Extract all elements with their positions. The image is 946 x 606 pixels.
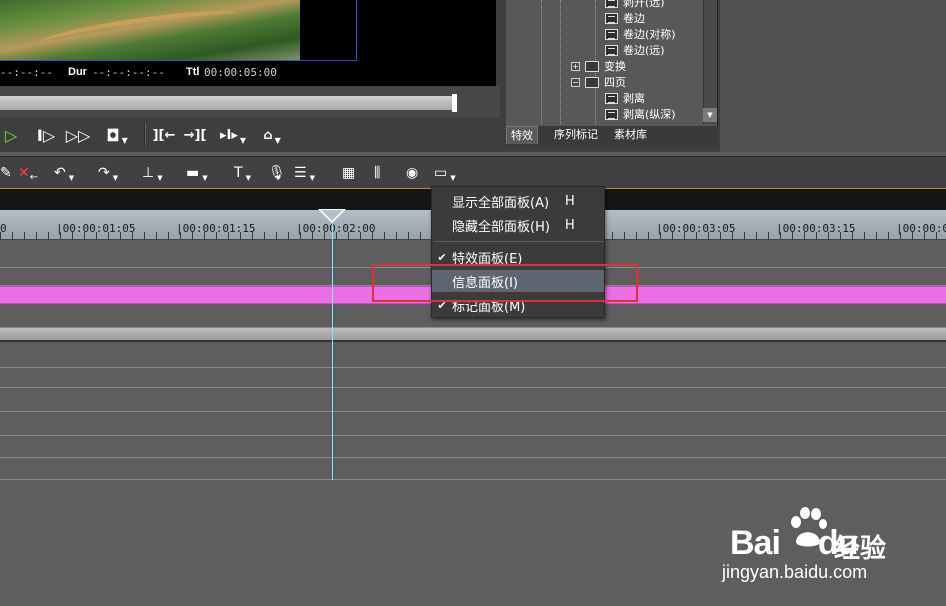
menu-item-shortcut: H [565, 217, 575, 233]
tree-item-label: 剥离(纵深) [623, 108, 676, 121]
app-window: --:--:-- Dur --:--:--:-- Ttl 00:00:05:00… [0, 0, 946, 606]
watermark-url: jingyan.baidu.com [722, 562, 868, 582]
check-icon: ✔ [437, 250, 447, 264]
annotation-highlight [372, 264, 638, 302]
baidu-watermark: Bai du 经验 jingyan.baidu.com [722, 506, 920, 586]
watermark-logo-text: Bai [730, 524, 781, 562]
tab-sequence-markers[interactable]: 序列标记 [550, 126, 602, 144]
in-timecode: --:--:-- [0, 66, 53, 79]
effect-icon [605, 12, 618, 24]
position-slider-handle[interactable] [452, 94, 457, 112]
playhead-marker-inner [321, 210, 343, 221]
loop-icon[interactable]: ◘ ▼ [100, 124, 134, 146]
dur-label: Dur [68, 66, 87, 78]
set-in-icon[interactable]: ][← [152, 124, 176, 146]
timeline-toolbar: ✎ ✕ ← ↶ ▼ ↷ ▼ ⊥ ▼ ▬ ▼ T ▼ 🎙 ☰ ▼ ▦ ⫼ ◉ ▭ ▼ [0, 156, 946, 188]
tree-item-effect[interactable]: 剥开(远) [605, 0, 665, 10]
split-icon[interactable]: ▸I▸ ▼ [214, 124, 252, 146]
transport-bar: ▷ I▷ ▷▷ ◘ ▼ ][← →][ ▸I▸ ▼ ⌂ ▼ [0, 120, 500, 150]
effect-icon [605, 108, 618, 120]
ripple-icon[interactable]: ⊥ ▼ [142, 162, 163, 184]
tree-item-label: 四页 [604, 76, 626, 89]
tree-item-effect[interactable]: 卷边(远) [605, 42, 665, 58]
tree-scrollbar[interactable] [703, 0, 717, 124]
menu-item-label: 隐藏全部面板(H) [452, 219, 550, 235]
audio-track-divider[interactable] [0, 328, 946, 342]
tree-item-effect[interactable]: 卷边 [605, 10, 645, 26]
grid-icon[interactable]: ▦ [342, 162, 355, 184]
folder-open-icon [585, 76, 599, 88]
tree-guide [541, 0, 542, 124]
timeline-track[interactable] [0, 368, 946, 388]
menu-item-label: 显示全部面板(A) [452, 195, 550, 211]
timeline-track[interactable] [0, 388, 946, 412]
menu-item-show-all-panels[interactable]: 显示全部面板(A) H [432, 190, 604, 212]
timeline-track[interactable] [0, 436, 946, 458]
tab-asset-library[interactable]: 素材库 [610, 126, 651, 144]
tree-item-effect[interactable]: 卷边(对称) [605, 26, 676, 42]
timeline-track[interactable] [0, 458, 946, 480]
color-correct-icon[interactable]: ◉ [406, 162, 418, 184]
expand-icon[interactable]: + [571, 61, 580, 71]
tree-item-effect[interactable]: 剥离 [605, 90, 645, 106]
tree-item-effect[interactable]: 剥离(纵深) [605, 106, 676, 122]
marker-icon[interactable]: ⌂ ▼ [258, 124, 286, 146]
tree-item-label: 卷边(对称) [623, 28, 676, 41]
undo-icon[interactable]: ↶ ▼ [54, 162, 74, 184]
effect-icon [605, 92, 618, 104]
preview-monitor: --:--:-- Dur --:--:--:-- Ttl 00:00:05:00 [0, 0, 496, 86]
tree-item-label: 剥开(远) [623, 0, 665, 9]
mixer-icon[interactable]: ☰ ▼ [294, 162, 315, 184]
transition-icon[interactable]: ▬ ▼ [186, 162, 208, 184]
right-panel [720, 0, 946, 152]
menu-separator [434, 241, 604, 242]
tree-guide [560, 0, 561, 124]
fast-forward-icon[interactable]: ▷▷ [64, 124, 92, 146]
dur-value: --:--:--:-- [92, 66, 165, 79]
playhead-line[interactable] [332, 222, 333, 480]
ttl-value: 00:00:05:00 [204, 66, 277, 79]
tree-item-label: 卷边(远) [623, 44, 665, 57]
set-out-icon[interactable]: →][ [182, 124, 208, 146]
transport-divider [144, 124, 146, 146]
ttl-label: Ttl [186, 66, 200, 78]
play-icon[interactable]: ▷ [0, 124, 22, 146]
panel-layout-icon[interactable]: ▭ ▼ [434, 162, 456, 184]
folder-icon [585, 60, 599, 72]
title-icon[interactable]: T ▼ [234, 162, 251, 184]
tree-item-label: 卷边 [623, 12, 645, 25]
timeline-track[interactable] [0, 344, 946, 368]
watermark-cn: 经验 [834, 534, 887, 564]
tree-item-label: 剥离 [623, 92, 645, 105]
effect-icon [605, 28, 618, 40]
next-frame-icon[interactable]: I▷ [34, 124, 58, 146]
tree-item-folder[interactable]: − 四页 [571, 74, 626, 90]
collapse-icon[interactable]: − [571, 77, 580, 87]
menu-item-hide-all-panels[interactable]: 隐藏全部面板(H) H [432, 214, 604, 236]
tree-item-label: 变换 [604, 60, 626, 73]
microphone-icon[interactable]: 🎙 [268, 162, 286, 184]
timeline-track[interactable] [0, 412, 946, 436]
pen-icon[interactable]: ✎ [0, 162, 12, 184]
audio-levels-icon[interactable]: ⫼ [374, 162, 380, 184]
effect-icon [605, 44, 618, 56]
timecode-bar: --:--:-- Dur --:--:--:-- Ttl 00:00:05:00 [0, 64, 496, 82]
tab-effects[interactable]: 特效 [506, 126, 538, 144]
effect-icon [605, 0, 618, 8]
redo-icon[interactable]: ↷ ▼ [98, 162, 118, 184]
panel-tab-bar: 特效 序列标记 素材库 [506, 126, 718, 146]
scroll-down-icon[interactable]: ▼ [703, 108, 717, 122]
position-slider[interactable] [0, 96, 456, 110]
paw-icon [791, 507, 827, 547]
delete-icon[interactable]: ✕ ← [18, 162, 38, 184]
tree-item-folder[interactable]: + 变换 [571, 58, 626, 74]
menu-item-shortcut: H [565, 193, 575, 209]
safe-area-border [0, 0, 357, 61]
